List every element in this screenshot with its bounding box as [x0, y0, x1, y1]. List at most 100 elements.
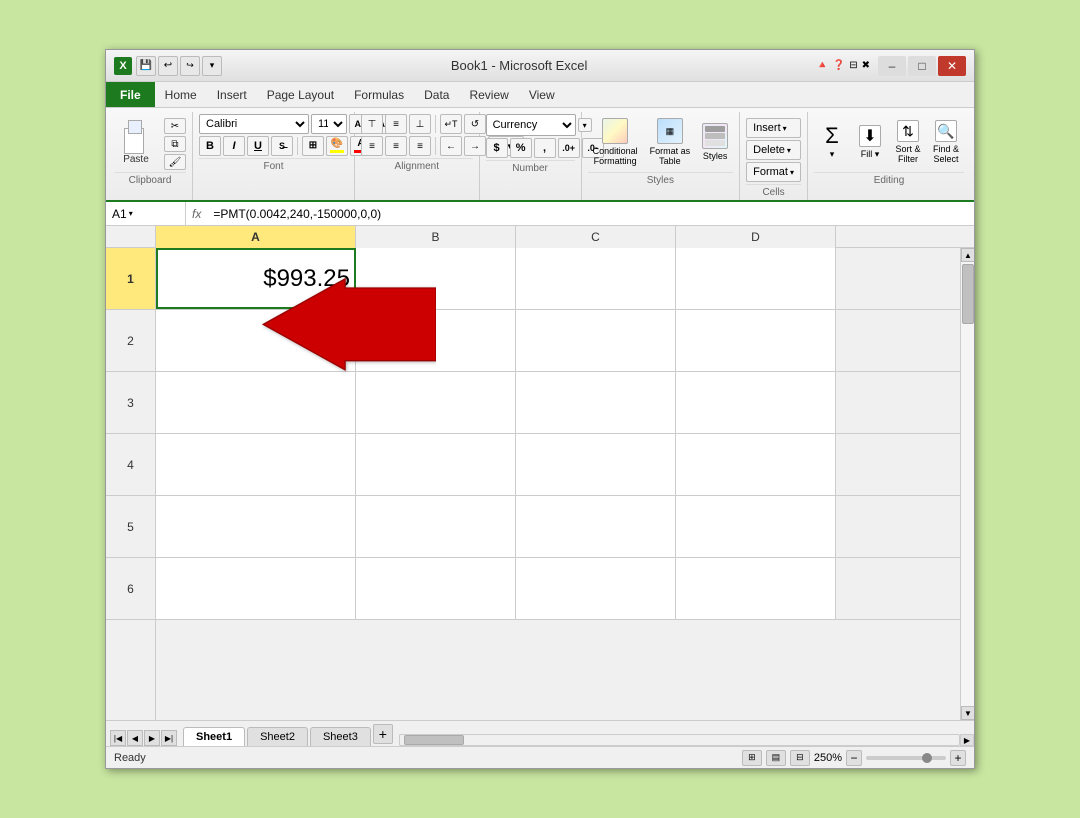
scroll-track[interactable] [961, 262, 974, 706]
cell-b4[interactable] [356, 434, 516, 495]
undo-quick-btn[interactable]: ↩ [158, 56, 178, 76]
cell-d6[interactable] [676, 558, 836, 619]
col-header-a[interactable]: A [156, 226, 356, 248]
cell-d3[interactable] [676, 372, 836, 433]
normal-view-btn[interactable]: ⊞ [742, 750, 762, 766]
scroll-down-arrow[interactable]: ▼ [961, 706, 974, 720]
paste-button[interactable]: Paste [114, 116, 158, 168]
middle-align-button[interactable]: ≡ [385, 114, 407, 134]
cell-c6[interactable] [516, 558, 676, 619]
cut-button[interactable]: ✂ [164, 118, 186, 134]
formula-input[interactable] [207, 202, 974, 225]
vertical-scrollbar[interactable]: ▲ ▼ [960, 248, 974, 720]
cell-b5[interactable] [356, 496, 516, 557]
font-name-select[interactable]: Calibri [199, 114, 309, 134]
find-select-button[interactable]: 🔍 Find &Select [928, 114, 964, 170]
maximize-button[interactable]: □ [908, 56, 936, 76]
fill-button[interactable]: ⬇ Fill ▾ [852, 114, 888, 170]
sort-filter-button[interactable]: ⇅ Sort &Filter [890, 114, 926, 170]
cell-c5[interactable] [516, 496, 676, 557]
conditional-format-button[interactable]: ConditionalFormatting [588, 114, 643, 170]
copy-button[interactable]: ⧉ [164, 136, 186, 152]
cell-d4[interactable] [676, 434, 836, 495]
home-menu[interactable]: Home [155, 85, 207, 105]
row-num-3[interactable]: 3 [106, 372, 155, 434]
comma-button[interactable]: , [534, 138, 556, 158]
zoom-slider[interactable] [866, 756, 946, 760]
cell-a4[interactable] [156, 434, 356, 495]
cell-d5[interactable] [676, 496, 836, 557]
online-icon[interactable]: ❓ [833, 60, 845, 71]
currency-button[interactable]: $ [486, 138, 508, 158]
row-num-4[interactable]: 4 [106, 434, 155, 496]
bold-button[interactable]: B [199, 136, 221, 156]
col-header-c[interactable]: C [516, 226, 676, 248]
number-format-select[interactable]: Currency [486, 114, 576, 136]
sheet-tab-1[interactable]: Sheet1 [183, 727, 245, 747]
bottom-align-button[interactable]: ⊥ [409, 114, 431, 134]
cell-d2[interactable] [676, 310, 836, 371]
left-align-button[interactable]: ≡ [361, 136, 383, 156]
strikethrough-button[interactable]: S̶ [271, 136, 293, 156]
fill-color-button[interactable]: 🎨 [326, 136, 348, 156]
review-menu[interactable]: Review [459, 85, 518, 105]
sheet-prev-btn[interactable]: ◀ [127, 730, 143, 746]
indent-dec-button[interactable]: ← [440, 136, 462, 156]
italic-button[interactable]: I [223, 136, 245, 156]
format-cells-button[interactable]: Format ▾ [746, 162, 801, 182]
file-menu[interactable]: File [106, 82, 155, 107]
row-num-5[interactable]: 5 [106, 496, 155, 558]
top-align-button[interactable]: ⊤ [361, 114, 383, 134]
cell-d1[interactable] [676, 248, 836, 309]
cell-b1[interactable] [356, 248, 516, 309]
data-menu[interactable]: Data [414, 85, 459, 105]
scroll-up-arrow[interactable]: ▲ [961, 248, 974, 262]
center-align-button[interactable]: ≡ [385, 136, 407, 156]
cell-a2[interactable] [156, 310, 356, 371]
row-num-1[interactable]: 1 [106, 248, 155, 310]
close-icon2[interactable]: ✖ [862, 60, 870, 71]
cell-c2[interactable] [516, 310, 676, 371]
zoom-slider-thumb[interactable] [922, 753, 932, 763]
col-header-b[interactable]: B [356, 226, 516, 248]
cell-a3[interactable] [156, 372, 356, 433]
cell-c3[interactable] [516, 372, 676, 433]
scroll-thumb[interactable] [962, 264, 974, 324]
new-sheet-button[interactable]: + [373, 724, 393, 744]
cell-a6[interactable] [156, 558, 356, 619]
help-icon[interactable]: 🔺 [816, 60, 828, 71]
sheet-first-btn[interactable]: |◀ [110, 730, 126, 746]
redo-quick-btn[interactable]: ↪ [180, 56, 200, 76]
row-num-6[interactable]: 6 [106, 558, 155, 620]
cell-styles-button[interactable]: Styles [697, 114, 733, 170]
right-align-button[interactable]: ≡ [409, 136, 431, 156]
customize-quick-btn[interactable]: ▾ [202, 56, 222, 76]
zoom-out-button[interactable]: − [846, 750, 862, 766]
cell-b3[interactable] [356, 372, 516, 433]
format-painter-button[interactable]: 🖌 [164, 154, 186, 170]
sheet-tab-3[interactable]: Sheet3 [310, 727, 371, 746]
close-button[interactable]: ✕ [938, 56, 966, 76]
insert-cells-button[interactable]: Insert ▾ [746, 118, 801, 138]
cell-c4[interactable] [516, 434, 676, 495]
restore-icon2[interactable]: ⊟ [849, 60, 857, 71]
horizontal-scrollbar[interactable] [399, 734, 960, 746]
format-as-table-button[interactable]: ▦ Format asTable [645, 114, 696, 170]
sheet-tab-2[interactable]: Sheet2 [247, 727, 308, 746]
autosum-button[interactable]: Σ ▾ [814, 114, 850, 170]
cell-a1[interactable]: $993.25 [156, 248, 356, 309]
col-header-d[interactable]: D [676, 226, 836, 248]
formulas-menu[interactable]: Formulas [344, 85, 414, 105]
cell-b2[interactable] [356, 310, 516, 371]
cell-reference-box[interactable]: A1 ▾ [106, 202, 186, 225]
borders-button[interactable]: ⊞ [302, 136, 324, 156]
increase-decimal-button[interactable]: .0+ [558, 138, 580, 158]
cell-c1[interactable] [516, 248, 676, 309]
sheet-last-btn[interactable]: ▶| [161, 730, 177, 746]
save-quick-btn[interactable]: 💾 [136, 56, 156, 76]
sheet-next-btn[interactable]: ▶ [144, 730, 160, 746]
insert-menu[interactable]: Insert [207, 85, 257, 105]
delete-cells-button[interactable]: Delete ▾ [746, 140, 801, 160]
underline-button[interactable]: U [247, 136, 269, 156]
font-size-select[interactable]: 11 [311, 114, 347, 134]
